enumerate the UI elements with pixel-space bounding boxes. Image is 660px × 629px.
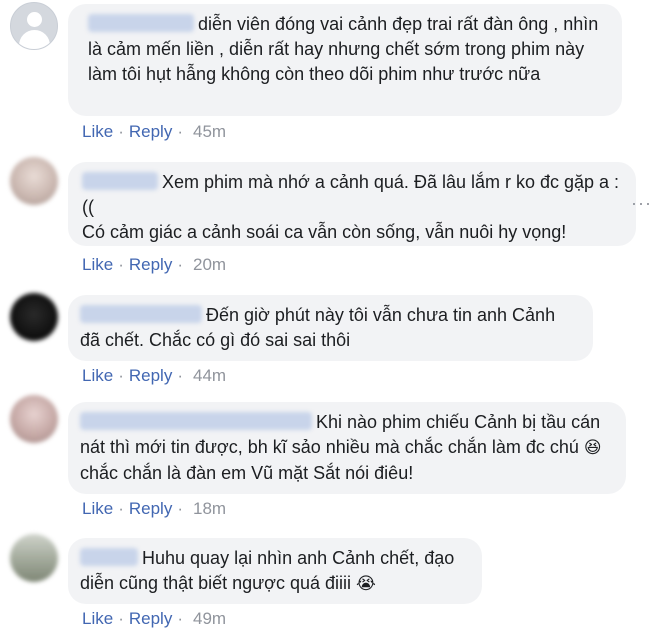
like-link[interactable]: Like xyxy=(82,122,113,141)
comment-timestamp[interactable]: 45m xyxy=(193,122,226,141)
like-link[interactable]: Like xyxy=(82,255,113,274)
laughing-emoji-icon: 😆 xyxy=(583,438,602,458)
avatar-body-shape xyxy=(19,30,50,49)
comment-bubble: Xem phim mà nhớ a cảnh quá. Đã lâu lắm r… xyxy=(68,162,636,246)
separator-dot: · xyxy=(177,499,183,518)
comment-actions: Like · Reply · 45m xyxy=(82,122,226,142)
reply-link[interactable]: Reply xyxy=(129,366,172,385)
commenter-name-blurred[interactable] xyxy=(88,14,194,32)
commenter-name-blurred[interactable] xyxy=(82,172,158,190)
comment-bubble: Khi nào phim chiếu Cảnh bị tầu cán nát t… xyxy=(68,402,626,494)
separator-dot: · xyxy=(177,609,183,628)
like-link[interactable]: Like xyxy=(82,609,113,628)
reply-link[interactable]: Reply xyxy=(129,255,172,274)
comment-timestamp[interactable]: 44m xyxy=(193,366,226,385)
like-link[interactable]: Like xyxy=(82,366,113,385)
user-avatar[interactable] xyxy=(10,534,58,582)
separator-dot: · xyxy=(118,255,124,274)
avatar-head-shape xyxy=(27,12,42,27)
default-avatar-icon[interactable] xyxy=(10,2,58,50)
comment-actions: Like · Reply · 20m xyxy=(82,255,226,275)
commenter-name-blurred[interactable] xyxy=(80,305,202,323)
user-avatar[interactable] xyxy=(10,395,58,443)
comment-line: Xem phim mà nhớ a cảnh quá. Đã lâu lắm r… xyxy=(82,170,622,220)
comment-timestamp[interactable]: 49m xyxy=(193,609,226,628)
separator-dot: · xyxy=(177,366,183,385)
separator-dot: · xyxy=(118,609,124,628)
commenter-name-blurred[interactable] xyxy=(80,412,312,430)
user-avatar[interactable] xyxy=(10,157,58,205)
comment-text-continued: chắc chắn là đàn em Vũ mặt Sắt nói điêu! xyxy=(80,463,414,483)
reply-link[interactable]: Reply xyxy=(129,609,172,628)
like-link[interactable]: Like xyxy=(82,499,113,518)
comment-text-second-line: Có cảm giác a cảnh soái ca vẫn còn sống,… xyxy=(82,222,567,242)
comment-actions: Like · Reply · 18m xyxy=(82,499,226,519)
separator-dot: · xyxy=(177,255,183,274)
comment-bubble: Đến giờ phút này tôi vẫn chưa tin anh Cả… xyxy=(68,295,593,361)
more-options-icon[interactable]: ··· xyxy=(631,193,652,214)
comment-text: Xem phim mà nhớ a cảnh quá. Đã lâu lắm r… xyxy=(82,172,620,217)
comment-timestamp[interactable]: 20m xyxy=(193,255,226,274)
comment-bubble: diễn viên đóng vai cảnh đẹp trai rất đàn… xyxy=(68,4,622,116)
separator-dot: · xyxy=(118,366,124,385)
separator-dot: · xyxy=(118,499,124,518)
commenter-name-blurred[interactable] xyxy=(80,548,138,566)
comment-actions: Like · Reply · 49m xyxy=(82,609,226,629)
reply-link[interactable]: Reply xyxy=(129,499,172,518)
separator-dot: · xyxy=(118,122,124,141)
comment-actions: Like · Reply · 44m xyxy=(82,366,226,386)
separator-dot: · xyxy=(177,122,183,141)
comment-bubble: Huhu quay lại nhìn anh Cảnh chết, đạo di… xyxy=(68,538,482,604)
reply-link[interactable]: Reply xyxy=(129,122,172,141)
comment-timestamp[interactable]: 18m xyxy=(193,499,226,518)
user-avatar[interactable] xyxy=(10,293,58,341)
crying-emoji-icon: 😭 xyxy=(356,574,376,594)
